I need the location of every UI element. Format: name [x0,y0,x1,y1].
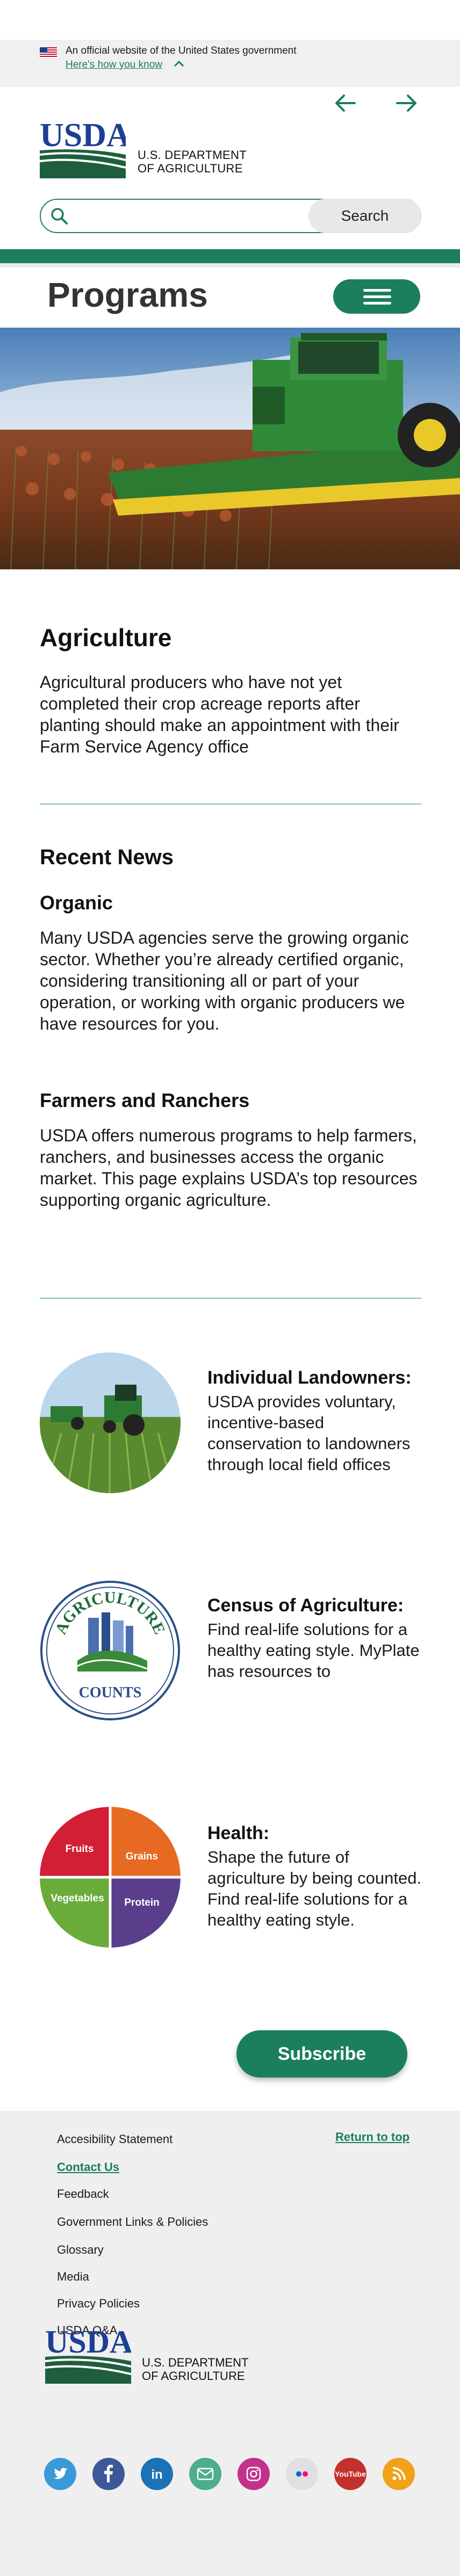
search-button[interactable]: Search [308,199,421,233]
email-icon[interactable] [189,2458,221,2490]
gov-banner: An official website of the United States… [0,40,460,87]
feature-title: Health: [207,1823,270,1843]
svg-text:YouTube: YouTube [335,2470,366,2478]
search-icon [51,208,68,225]
section-divider [40,1298,421,1299]
usda-logo[interactable]: USDA [40,118,126,178]
footer-usda-logo[interactable]: USDA [45,2326,131,2384]
arrow-left-icon[interactable] [333,92,357,114]
footer-dept-line-1: U.S. DEPARTMENT [142,2356,249,2369]
footer-logo-text: USDA [45,2326,131,2360]
myplate-image: Fruits Grains Vegetables Protein [40,1807,181,1948]
news-item-text: USDA offers numerous programs to help fa… [40,1126,418,1210]
logo-text: USDA [40,118,126,154]
section-title-agriculture: Agriculture [40,624,172,652]
gov-banner-text: An official website of the United States… [66,45,297,56]
feature-text: Shape the future of agriculture by being… [207,1848,422,1929]
page-title: Programs [47,276,208,314]
dept-line-2: OF AGRICULTURE [138,162,243,175]
facebook-icon[interactable] [92,2458,125,2490]
feature-title: Individual Landowners: [207,1367,412,1388]
news-item-title[interactable]: Organic [40,892,113,914]
return-to-top-link[interactable]: Return to top [335,2130,409,2144]
recent-news-title: Recent News [40,845,174,869]
twitter-icon[interactable] [44,2458,76,2490]
chevron-up-icon[interactable] [173,60,185,68]
intro-text: Agricultural producers who have not yet … [40,672,399,756]
footer-dept-line-2: OF AGRICULTURE [142,2369,245,2383]
footer-link-privacy[interactable]: Privacy Policies [57,2297,140,2311]
feature-text: USDA provides voluntary, incentive-based… [207,1392,411,1474]
green-divider-bar [0,249,460,263]
census-logo: AGRICULTURE COUNTS [40,1581,180,1720]
us-flag-icon [40,47,57,58]
footer-link-contact[interactable]: Contact Us [57,2160,119,2174]
svg-text:in: in [151,2468,162,2482]
myplate-protein-label: Protein [124,1897,159,1908]
myplate-vegetables-label: Vegetables [51,1893,104,1904]
how-you-know-link[interactable]: Here's how you know [66,59,162,71]
news-item-text: Many USDA agencies serve the growing org… [40,928,409,1033]
menu-button[interactable] [333,279,420,314]
section-divider [40,804,421,805]
footer: Return to top Accesibility Statement Con… [0,2111,460,2576]
footer-link-feedback[interactable]: Feedback [57,2187,109,2201]
dept-line-1: U.S. DEPARTMENT [138,148,247,162]
gray-divider-line [0,263,460,267]
department-name: U.S. DEPARTMENT OF AGRICULTURE [138,148,247,175]
footer-link-government-links[interactable]: Government Links & Policies [57,2215,208,2229]
landowners-image [40,1352,181,1493]
flickr-icon[interactable] [286,2458,318,2490]
rss-icon[interactable] [383,2458,415,2490]
instagram-icon[interactable] [238,2458,270,2490]
subscribe-button[interactable]: Subscribe [236,2030,407,2078]
census-logo-bottom-text: COUNTS [79,1684,142,1701]
footer-link-accessibility[interactable]: Accesibility Statement [57,2132,172,2146]
footer-link-media[interactable]: Media [57,2270,89,2284]
myplate-grains-label: Grains [126,1851,158,1862]
myplate-fruits-label: Fruits [66,1843,94,1855]
news-item-title[interactable]: Farmers and Ranchers [40,1089,249,1112]
search-input[interactable] [75,203,312,229]
hero-image [0,328,460,569]
footer-link-glossary[interactable]: Glossary [57,2243,104,2257]
feature-title: Census of Agriculture: [207,1595,404,1616]
arrow-right-icon[interactable] [395,92,419,114]
youtube-icon[interactable]: YouTube [334,2458,366,2490]
feature-text: Find real-life solutions for a healthy e… [207,1620,420,1681]
footer-department-name: U.S. DEPARTMENT OF AGRICULTURE [142,2356,248,2383]
linkedin-icon[interactable]: in [141,2458,173,2490]
